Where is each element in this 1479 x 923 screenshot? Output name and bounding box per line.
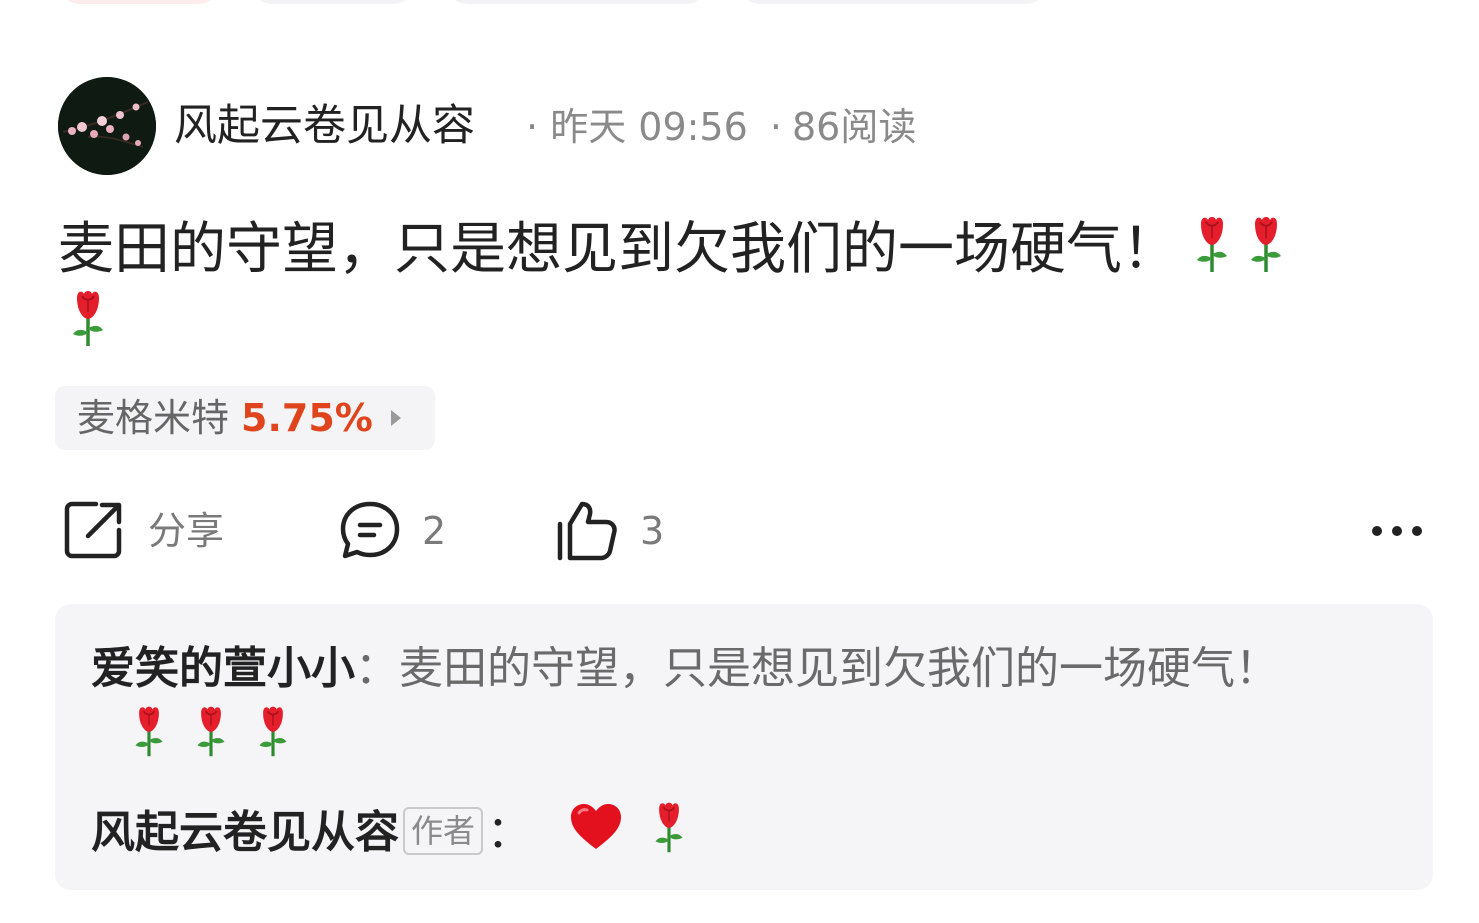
- rose-emoji: [131, 704, 167, 779]
- meta-separator: ·: [526, 105, 539, 149]
- share-icon: [64, 501, 122, 559]
- chevron-right-icon: [391, 410, 401, 426]
- rose-emoji: [1192, 214, 1232, 292]
- meta-separator: ·: [769, 105, 782, 149]
- comment-user[interactable]: 风起云卷见从容: [91, 807, 399, 858]
- heart-emoji: [569, 803, 623, 867]
- comment-item[interactable]: 爱笑的萱小小：麦田的守望，只是想见到欠我们的一场硬气！: [91, 634, 1341, 779]
- comment-icon: [340, 501, 400, 559]
- post-time: 昨天 09:56: [550, 105, 748, 149]
- stock-name: 麦格米特: [77, 396, 230, 440]
- stock-chip[interactable]: 麦格米特 5.75%: [55, 386, 435, 450]
- author-name[interactable]: 风起云卷见从容: [174, 100, 475, 152]
- comment-colon: ：: [355, 643, 399, 694]
- post-text: 麦田的守望，只是想见到欠我们的一场硬气！: [58, 214, 1388, 292]
- thumbs-up-icon: [557, 501, 617, 561]
- rose-emoji: [68, 288, 108, 352]
- share-button[interactable]: 分享: [62, 498, 232, 564]
- comment-button[interactable]: 2: [338, 498, 458, 564]
- comment-preview-box[interactable]: 爱笑的萱小小：麦田的守望，只是想见到欠我们的一场硬气！ 风起云卷见从容 作者：: [55, 604, 1433, 890]
- comment-count: 2: [422, 509, 447, 553]
- rose-emoji: [193, 704, 229, 779]
- tag-pill[interactable]: [738, 0, 1048, 4]
- tag-pill[interactable]: [58, 0, 220, 4]
- like-button[interactable]: 3: [556, 498, 676, 564]
- rose-emoji: [255, 704, 291, 779]
- more-icon[interactable]: [1370, 518, 1426, 544]
- avatar[interactable]: [58, 77, 156, 175]
- read-count: 86阅读: [791, 105, 917, 149]
- like-count: 3: [640, 509, 665, 553]
- post-body: 麦田的守望，只是想见到欠我们的一场硬气！: [58, 217, 1178, 283]
- tag-pill[interactable]: [250, 0, 415, 4]
- rose-emoji: [651, 800, 687, 870]
- stock-change: 5.75%: [241, 396, 373, 440]
- share-label: 分享: [148, 509, 225, 553]
- post-meta: · 昨天 09:56 · 86阅读: [526, 104, 916, 150]
- author-badge: 作者: [403, 807, 484, 855]
- top-tag-bar: [0, 0, 1479, 4]
- comment-item[interactable]: 风起云卷见从容 作者：: [91, 800, 687, 870]
- comment-colon: ：: [487, 807, 532, 858]
- comment-text: 麦田的守望，只是想见到欠我们的一场硬气！: [399, 643, 1279, 694]
- rose-emoji: [1246, 214, 1286, 292]
- comment-user[interactable]: 爱笑的萱小小: [91, 643, 355, 694]
- tag-pill[interactable]: [446, 0, 708, 4]
